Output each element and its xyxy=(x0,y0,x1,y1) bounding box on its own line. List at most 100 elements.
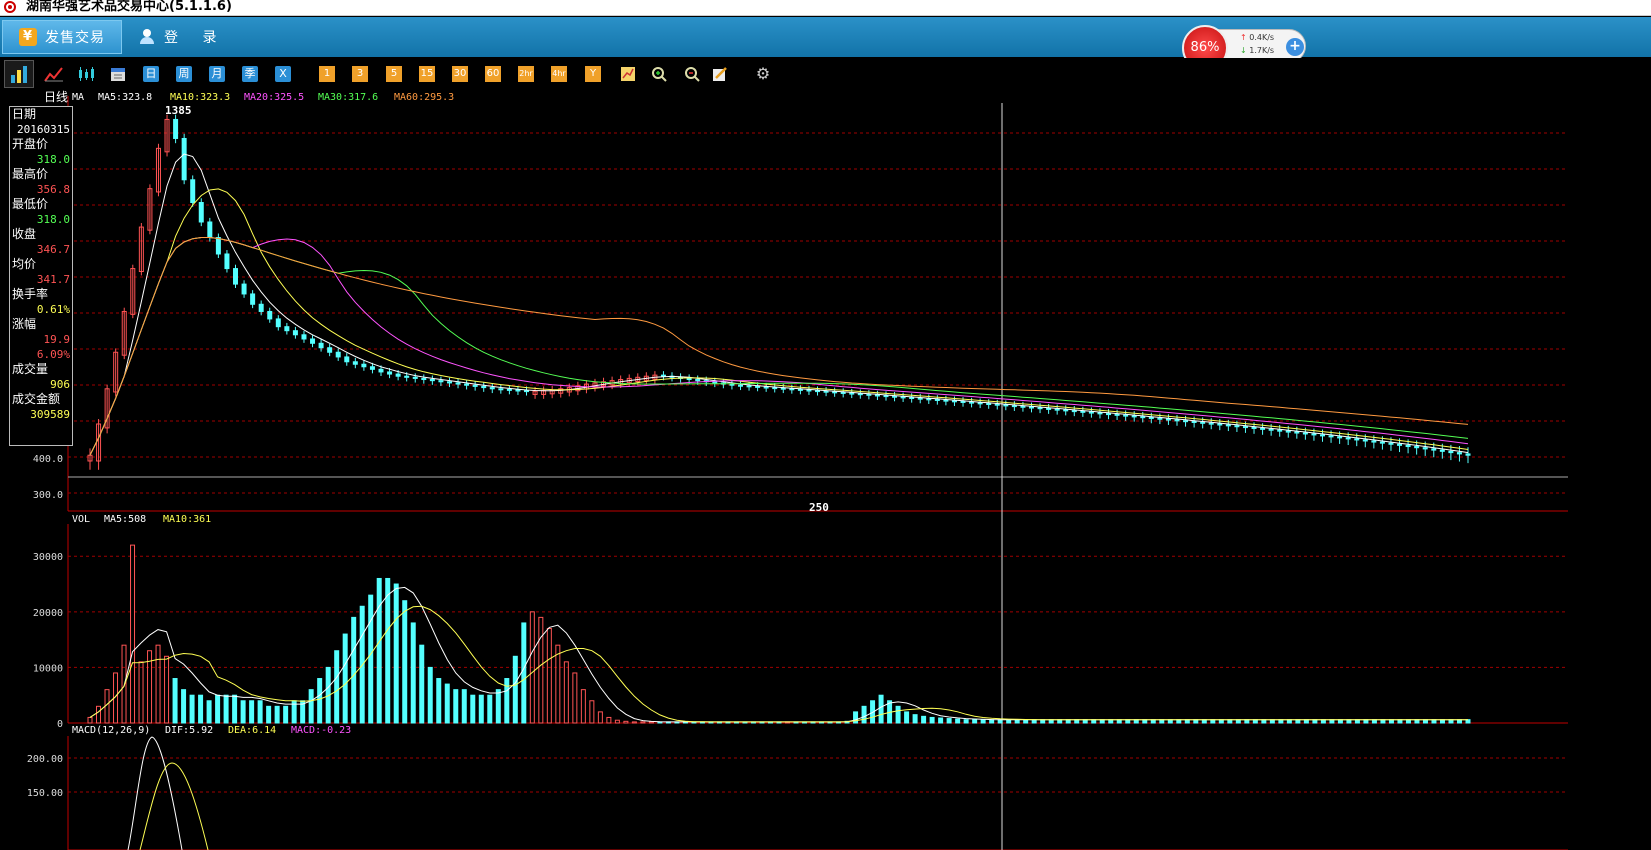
bar-chart-button[interactable] xyxy=(4,60,34,88)
candle-body xyxy=(1405,444,1411,448)
volume-bar xyxy=(444,683,450,724)
minute-button-5[interactable]: 60 xyxy=(485,66,501,82)
candle-body xyxy=(1123,414,1129,417)
candle-body xyxy=(464,383,470,386)
vol-ma10-header: MA10:361 xyxy=(163,514,211,525)
close-label: 收盘 xyxy=(12,227,37,241)
volume-bar xyxy=(904,711,910,724)
arrow-up-icon: ↑ xyxy=(1240,33,1247,42)
minute-button-8[interactable]: Y xyxy=(585,66,601,82)
download-speed-value: 1.7K/s xyxy=(1249,46,1275,55)
volume-bar xyxy=(453,689,459,724)
indicator-button[interactable] xyxy=(620,66,636,82)
price-tick-label: 300.0 xyxy=(33,490,63,501)
candle-body xyxy=(344,356,350,363)
volume-bar xyxy=(487,694,493,724)
candle-body xyxy=(1431,448,1437,451)
candle-body xyxy=(1345,437,1351,440)
candle-body xyxy=(1234,425,1240,428)
candlestick-icon xyxy=(79,67,94,81)
tab-login[interactable]: 登 录 xyxy=(140,20,240,54)
candle-body xyxy=(446,381,452,384)
tab-sell-trade[interactable]: ¥ 发售交易 xyxy=(2,20,122,54)
nav-bar: ¥ 发售交易 登 录 xyxy=(0,17,1651,57)
draw-button[interactable] xyxy=(712,66,728,82)
candle-body xyxy=(926,398,932,401)
candlestick-button[interactable] xyxy=(76,66,96,82)
period-button-2[interactable]: 月 xyxy=(209,66,225,82)
candle-body xyxy=(1354,438,1360,441)
candle-body xyxy=(1217,423,1223,426)
candle-body xyxy=(1414,446,1420,449)
candle-body xyxy=(1225,424,1231,427)
candle-body xyxy=(1465,453,1471,456)
ma30-line xyxy=(89,237,1469,456)
minute-button-4[interactable]: 30 xyxy=(452,66,468,82)
volume-bar xyxy=(555,644,561,724)
candle-body xyxy=(883,395,889,398)
minute-button-0[interactable]: 1 xyxy=(319,66,335,82)
candle-body xyxy=(1422,447,1428,450)
candle-body xyxy=(258,303,264,312)
candle-body xyxy=(1046,407,1052,410)
candle-body xyxy=(1251,426,1257,429)
minute-button-7[interactable]: 4hr xyxy=(551,66,567,82)
minute-button-2[interactable]: 5 xyxy=(386,66,402,82)
minute-button-6[interactable]: 2hr xyxy=(518,66,534,82)
volume-bar xyxy=(495,689,501,724)
candle-body xyxy=(729,383,735,386)
candle-body xyxy=(378,368,384,373)
candle-body xyxy=(1319,434,1325,437)
bar-chart-icon xyxy=(11,66,27,83)
period-button-1[interactable]: 周 xyxy=(176,66,192,82)
volume-bar xyxy=(172,678,178,724)
volume-bar xyxy=(470,694,476,724)
candle-body xyxy=(207,221,213,239)
window-title: 湖南华强艺术品交易中心(5.1.1.6) xyxy=(26,0,232,14)
volume-bar xyxy=(274,705,280,724)
candle-body xyxy=(481,385,487,389)
volume-bar xyxy=(648,721,654,724)
calendar-icon xyxy=(111,68,125,81)
settings-button[interactable]: ⚙ xyxy=(754,66,772,82)
volume-bar xyxy=(980,719,986,724)
candle-body xyxy=(1362,439,1368,442)
candle-body xyxy=(892,395,898,398)
volume-bar xyxy=(334,650,340,724)
candle-body xyxy=(1071,410,1077,413)
candle-body xyxy=(960,400,966,403)
candle-body xyxy=(1131,415,1137,418)
candle-body xyxy=(1114,413,1120,416)
candle-body xyxy=(866,393,872,396)
avg-value: 341.7 xyxy=(36,273,70,286)
speed-plus-button[interactable]: + xyxy=(1286,38,1304,56)
period-button-0[interactable]: 日 xyxy=(143,66,159,82)
volume-bar xyxy=(130,544,136,724)
candle-body xyxy=(404,375,410,378)
calendar-button[interactable] xyxy=(110,66,126,82)
volume-bar xyxy=(351,616,357,724)
zoom-out-button[interactable] xyxy=(684,66,700,82)
minute-button-1[interactable]: 3 xyxy=(352,66,368,82)
amount-value: 309589 xyxy=(30,408,70,421)
period-button-3[interactable]: 季 xyxy=(242,66,258,82)
zoom-in-button[interactable] xyxy=(651,66,667,82)
period-button-4[interactable]: X xyxy=(275,66,291,82)
line-chart-button[interactable] xyxy=(44,66,64,82)
chart-canvas[interactable]: 400.0 300.0 1385 250 MA MA5:323.8 MA10:323.3 MA… xyxy=(0,91,1651,850)
candle-body xyxy=(934,398,940,401)
candle-body xyxy=(1063,409,1069,412)
candle-body xyxy=(224,253,230,270)
candle-body xyxy=(1208,422,1214,425)
candle-body xyxy=(233,268,239,285)
kline-chart[interactable]: 400.0 300.0 1385 250 MA MA5:323.8 MA10:323.3 MA… xyxy=(0,91,1651,850)
macd-header-label: MACD(12,26,9) xyxy=(72,725,150,736)
candle-body xyxy=(1148,416,1154,419)
minute-button-3[interactable]: 15 xyxy=(419,66,435,82)
candle-body xyxy=(986,403,992,406)
candle-body xyxy=(712,381,718,384)
turnover-value: 0.61% xyxy=(36,303,70,316)
volume-bar xyxy=(878,694,884,724)
candle-body xyxy=(943,399,949,402)
candle-body xyxy=(489,387,495,390)
